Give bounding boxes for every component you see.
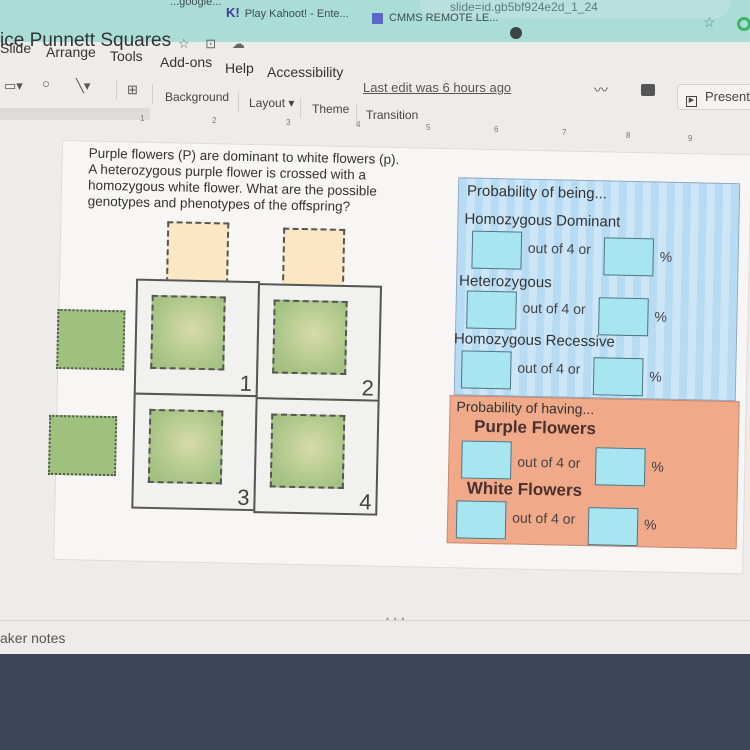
slide-canvas[interactable]: Purple flowers (P) are dominant to white… xyxy=(47,140,750,575)
menu-help[interactable]: Help xyxy=(225,60,254,76)
dropdown-arrow-icon: ▾ xyxy=(288,96,295,110)
ruler-mark: 2 xyxy=(212,116,219,125)
forms-icon xyxy=(372,12,383,24)
heterozygous-percent-input[interactable] xyxy=(598,297,649,337)
horizontal-ruler[interactable]: 1 2 3 4 5 6 7 8 9 xyxy=(70,112,750,143)
purple-flowers-count-input[interactable] xyxy=(460,440,512,480)
parent-allele-left-1[interactable] xyxy=(56,308,126,371)
background-button[interactable]: Background xyxy=(165,90,229,104)
speaker-notes-placeholder[interactable]: aker notes xyxy=(0,630,65,646)
out-of-text: out of 4 or xyxy=(512,509,576,527)
play-icon: ▶ xyxy=(686,96,697,107)
cell-number: 2 xyxy=(361,375,375,401)
cell-number: 1 xyxy=(239,370,253,397)
toolbar-divider xyxy=(238,92,239,112)
ruler-mark: 7 xyxy=(562,128,569,137)
move-to-folder-icon[interactable]: ⊡ xyxy=(205,36,216,51)
grammarly-extension-icon[interactable] xyxy=(737,17,750,31)
percent-sign: % xyxy=(643,516,657,533)
ruler-mark: 4 xyxy=(356,120,363,129)
out-of-text: out of 4 or xyxy=(527,239,592,258)
ruler-mark: 9 xyxy=(688,134,695,143)
ruler-mark: 8 xyxy=(626,131,633,140)
present-label: Present xyxy=(705,89,750,104)
question-text[interactable]: Purple flowers (P) are dominant to white… xyxy=(88,146,449,218)
notes-divider[interactable] xyxy=(0,620,750,621)
kahoot-icon: K! xyxy=(226,5,240,20)
ruler-mark: 3 xyxy=(286,118,293,127)
out-of-text: out of 4 or xyxy=(522,299,586,318)
menu-arrange[interactable]: Arrange xyxy=(46,44,96,60)
shape-icon[interactable]: ○ xyxy=(42,76,50,91)
heterozygous-count-input[interactable] xyxy=(466,290,517,330)
offspring-drop-zone[interactable] xyxy=(147,408,224,485)
percent-sign: % xyxy=(659,248,673,265)
percent-sign: % xyxy=(651,458,664,475)
parent-allele-top-2[interactable] xyxy=(281,227,346,291)
monitor-bezel xyxy=(0,656,750,750)
bookmark-star-icon[interactable]: ☆ xyxy=(703,14,716,31)
offspring-drop-zone[interactable] xyxy=(272,299,348,376)
cell-number: 3 xyxy=(237,484,250,511)
bookmark-cmms[interactable]: CMMS REMOTE LE... xyxy=(372,12,498,24)
toolbar-divider xyxy=(116,80,117,100)
row-label-homozygous-dominant: Homozygous Dominant xyxy=(464,210,621,231)
ruler-mark: 1 xyxy=(140,114,147,123)
add-comment-icon[interactable]: ⊞ xyxy=(127,82,138,98)
notes-resize-handle[interactable]: • • • xyxy=(386,614,405,624)
menu-slide[interactable]: Slide xyxy=(0,40,31,56)
line-icon[interactable]: ╲▾ xyxy=(76,78,90,94)
white-flowers-count-input[interactable] xyxy=(455,500,507,540)
bookmark-label: Play Kahoot! - Ente... xyxy=(244,8,349,20)
toolbar-divider xyxy=(152,84,153,104)
parent-allele-top-1[interactable] xyxy=(166,221,230,285)
menu-accessibility[interactable]: Accessibility xyxy=(267,64,343,80)
ruler-mark: 5 xyxy=(426,123,433,132)
phenotype-probability-panel: Probability of having... Purple Flowers … xyxy=(446,395,740,550)
percent-sign: % xyxy=(654,308,668,325)
homozygous-recessive-count-input[interactable] xyxy=(460,350,512,390)
homozygous-recessive-percent-input[interactable] xyxy=(592,357,644,397)
parent-allele-left-2[interactable] xyxy=(47,414,118,477)
bookmark-google[interactable]: ...google... xyxy=(170,0,221,8)
image-insert-icon[interactable]: ▭▾ xyxy=(4,78,23,94)
layout-button[interactable]: Layout ▾ xyxy=(249,96,294,110)
menu-addons[interactable]: Add-ons xyxy=(160,54,212,70)
layout-label: Layout xyxy=(249,96,286,110)
bookmark-kahoot[interactable]: K! Play Kahoot! - Ente... xyxy=(226,5,349,20)
panel-title: Probability of having... xyxy=(456,398,595,418)
punnett-cell-2[interactable]: 2 xyxy=(255,283,383,402)
present-button[interactable]: ▶ Present xyxy=(677,84,750,110)
white-flowers-percent-input[interactable] xyxy=(587,507,639,547)
comments-icon[interactable] xyxy=(641,84,655,96)
activity-dashboard-icon[interactable]: 〰 xyxy=(594,80,608,100)
title-actions: ☆ ⊡ ☁ xyxy=(178,36,257,52)
out-of-text: out of 4 or xyxy=(517,453,581,471)
bookmark-label: CMMS REMOTE LE... xyxy=(389,12,499,24)
cell-number: 4 xyxy=(358,489,372,515)
ruler-mark: 6 xyxy=(494,125,501,134)
menu-tools[interactable]: Tools xyxy=(110,48,143,64)
out-of-text: out of 4 or xyxy=(517,359,581,377)
offspring-drop-zone[interactable] xyxy=(150,294,226,371)
percent-sign: % xyxy=(649,368,662,385)
row-label-white-flowers: White Flowers xyxy=(466,478,583,500)
purple-flowers-percent-input[interactable] xyxy=(594,447,646,487)
offspring-drop-zone[interactable] xyxy=(269,413,346,489)
star-icon[interactable]: ☆ xyxy=(178,36,190,51)
row-label-purple-flowers: Purple Flowers xyxy=(473,416,597,439)
row-label-heterozygous: Heterozygous xyxy=(458,272,552,292)
cloud-status-icon[interactable]: ☁ xyxy=(232,36,245,51)
genotype-probability-panel: Probability of being... Homozygous Domin… xyxy=(453,177,741,402)
homozygous-dominant-percent-input[interactable] xyxy=(603,237,655,277)
punnett-cell-3[interactable]: 3 xyxy=(131,392,258,512)
globe-icon[interactable] xyxy=(510,27,522,39)
panel-title: Probability of being... xyxy=(466,182,608,203)
row-label-homozygous-recessive: Homozygous Recessive xyxy=(453,330,615,351)
punnett-cell-4[interactable]: 4 xyxy=(253,397,380,516)
slides-app: ice Punnett Squares ☆ ⊡ ☁ Slide Arrange … xyxy=(0,30,750,654)
homozygous-dominant-count-input[interactable] xyxy=(471,230,523,270)
punnett-cell-1[interactable]: 1 xyxy=(133,278,261,398)
last-edit-link[interactable]: Last edit was 6 hours ago xyxy=(363,80,511,95)
